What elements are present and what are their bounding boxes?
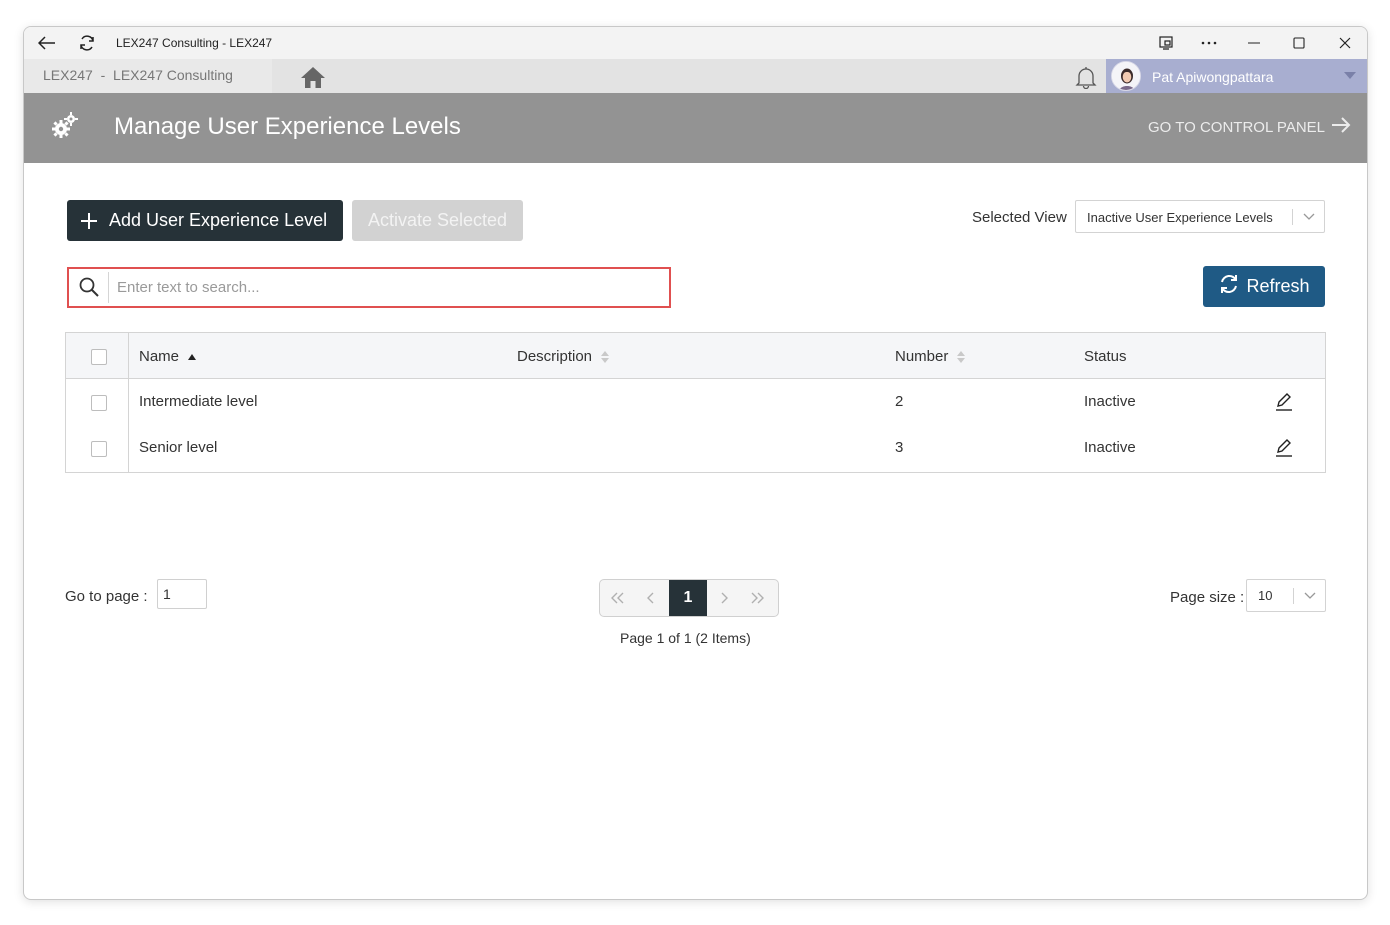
edit-pencil-icon[interactable] <box>1274 437 1294 457</box>
last-page-icon[interactable] <box>741 580 775 616</box>
user-menu[interactable]: Pat Apiwongpattara <box>1106 59 1367 93</box>
add-user-experience-level-button[interactable]: Add User Experience Level <box>67 200 343 241</box>
dropdown-separator <box>1293 588 1294 604</box>
user-experience-levels-table: Name Description Number Status Intermedi… <box>65 332 1326 473</box>
row-checkbox[interactable] <box>91 441 107 457</box>
selected-view-label: Selected View <box>972 209 1067 226</box>
title-bar: LEX247 Consulting - LEX247 <box>24 27 1367 59</box>
page-size-value: 10 <box>1258 588 1273 603</box>
user-name: Pat Apiwongpattara <box>1152 69 1274 85</box>
edit-pencil-icon[interactable] <box>1274 391 1294 411</box>
breadcrumb-tab[interactable]: LEX247 - LEX247 Consulting <box>24 59 272 93</box>
control-panel-label: GO TO CONTROL PANEL <box>1148 118 1325 136</box>
window-title: LEX247 Consulting - LEX247 <box>116 36 273 50</box>
column-header-status[interactable]: Status <box>1084 348 1127 365</box>
page-title: Manage User Experience Levels <box>114 113 461 140</box>
cell-name: Intermediate level <box>139 393 258 410</box>
home-icon[interactable] <box>299 64 327 90</box>
close-icon[interactable] <box>1332 31 1358 55</box>
bell-icon[interactable] <box>1074 64 1098 90</box>
sort-icon <box>956 350 966 364</box>
page-button-current[interactable]: 1 <box>669 580 707 616</box>
chevron-down-icon[interactable] <box>1343 69 1357 83</box>
column-label: Name <box>139 348 180 365</box>
page-size-dropdown[interactable]: 10 <box>1246 579 1326 612</box>
refresh-button[interactable]: Refresh <box>1203 266 1325 307</box>
select-all-checkbox[interactable] <box>91 349 107 365</box>
page-header: Manage User Experience Levels GO TO CONT… <box>24 93 1367 163</box>
pagination: 1 <box>599 579 779 617</box>
dropdown-separator <box>1292 209 1293 225</box>
activate-selected-button[interactable]: Activate Selected <box>352 200 523 241</box>
sort-ascending-icon <box>187 350 197 364</box>
prev-page-icon[interactable] <box>634 580 668 616</box>
cell-number: 2 <box>895 393 904 410</box>
first-page-icon[interactable] <box>600 580 634 616</box>
cell-name: Senior level <box>139 439 218 456</box>
column-label: Number <box>895 348 949 365</box>
avatar <box>1111 61 1141 91</box>
search-input[interactable] <box>117 276 657 298</box>
browser-window: LEX247 Consulting - LEX247 LEX247 - LEX2… <box>23 26 1368 900</box>
search-divider <box>108 272 109 303</box>
refresh-icon[interactable] <box>77 33 97 53</box>
add-button-label: Add User Experience Level <box>109 210 328 230</box>
maximize-icon[interactable] <box>1286 31 1312 55</box>
table-header <box>66 333 1325 379</box>
arrow-right-icon <box>1331 117 1351 137</box>
minimize-icon[interactable] <box>1241 31 1267 55</box>
sort-icon <box>600 350 610 364</box>
selected-view-dropdown[interactable]: Inactive User Experience Levels <box>1075 200 1325 233</box>
cell-status: Inactive <box>1084 393 1136 410</box>
more-icon[interactable] <box>1196 31 1222 55</box>
app-bar: LEX247 - LEX247 Consulting Pat Apiwongpa… <box>24 59 1367 93</box>
cell-status: Inactive <box>1084 439 1136 456</box>
go-to-control-panel-link[interactable]: GO TO CONTROL PANEL <box>1148 117 1351 137</box>
go-to-page-label: Go to page : <box>65 588 148 605</box>
cell-number: 3 <box>895 439 904 456</box>
column-header-description[interactable]: Description <box>517 348 610 365</box>
refresh-label: Refresh <box>1246 276 1310 296</box>
chevron-down-icon <box>1303 589 1317 603</box>
go-to-page-input[interactable] <box>157 579 207 609</box>
column-header-number[interactable]: Number <box>895 348 966 365</box>
page-info: Page 1 of 1 (2 Items) <box>620 630 751 646</box>
search-icon <box>78 276 100 298</box>
row-checkbox[interactable] <box>91 395 107 411</box>
breadcrumb: LEX247 - LEX247 Consulting <box>43 67 233 83</box>
search-box <box>67 267 671 308</box>
chevron-down-icon <box>1302 210 1316 224</box>
cast-icon[interactable] <box>1153 31 1179 55</box>
plus-icon <box>79 211 99 231</box>
next-page-icon[interactable] <box>707 580 741 616</box>
selected-view-value: Inactive User Experience Levels <box>1087 210 1273 225</box>
gears-icon <box>50 111 80 141</box>
column-header-name[interactable]: Name <box>139 348 197 365</box>
back-arrow-icon[interactable] <box>37 33 57 53</box>
refresh-icon <box>1218 273 1240 300</box>
column-label: Status <box>1084 348 1127 365</box>
page-size-label: Page size : <box>1170 589 1245 606</box>
column-label: Description <box>517 348 593 365</box>
